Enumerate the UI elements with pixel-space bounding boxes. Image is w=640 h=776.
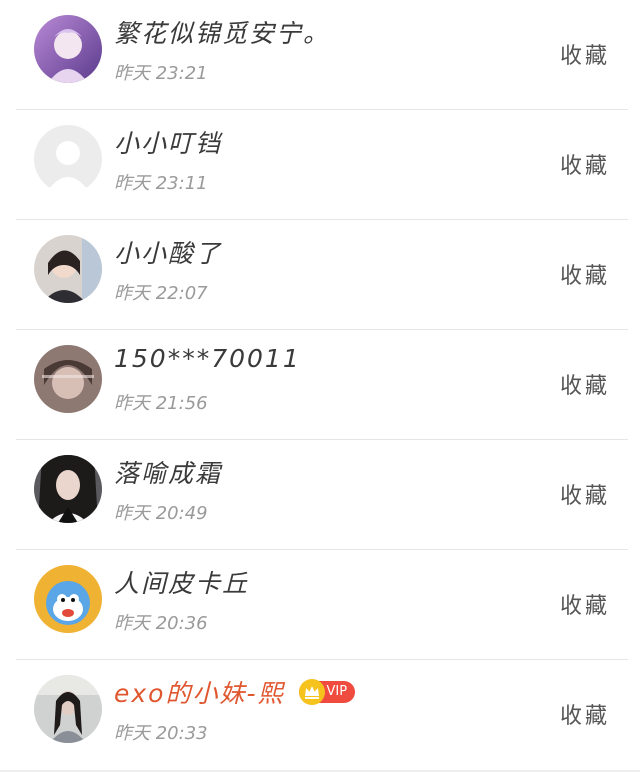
timestamp: 昨天 20:49 <box>114 503 208 524</box>
user-name-text: exo的小妹-熙 <box>114 679 285 708</box>
list-item[interactable]: 繁花似锦觅安宁。 昨天 23:21 收藏 <box>0 0 640 110</box>
bottom-divider <box>0 770 640 772</box>
list-item[interactable]: 小小酸了 昨天 22:07 收藏 <box>0 220 640 330</box>
timestamp: 昨天 20:33 <box>114 723 208 744</box>
list-item[interactable]: 小小叮铛 昨天 23:11 收藏 <box>0 110 640 220</box>
timestamp: 昨天 23:21 <box>114 63 208 84</box>
favorite-button[interactable]: 收藏 <box>560 698 610 730</box>
user-name: 繁花似锦觅安宁。 <box>114 19 331 48</box>
list-item[interactable]: 150***70011 昨天 21:56 收藏 <box>0 330 640 440</box>
timestamp: 昨天 21:56 <box>114 393 208 414</box>
crown-icon <box>298 679 325 705</box>
avatar[interactable] <box>34 455 102 523</box>
favorite-button[interactable]: 收藏 <box>560 38 610 70</box>
avatar[interactable] <box>34 675 102 743</box>
favorite-button[interactable]: 收藏 <box>560 478 610 510</box>
timestamp: 昨天 23:11 <box>114 173 208 194</box>
user-name: 落喻成霜 <box>114 459 223 488</box>
user-name: 150***70011 <box>114 344 301 373</box>
favorite-button[interactable]: 收藏 <box>560 148 610 180</box>
list-item[interactable]: 人间皮卡丘 昨天 20:36 收藏 <box>0 550 640 660</box>
vip-badge: VIP <box>298 679 356 705</box>
timestamp: 昨天 20:36 <box>114 613 208 634</box>
favorite-button[interactable]: 收藏 <box>560 588 610 620</box>
avatar[interactable] <box>34 235 102 303</box>
favorite-button[interactable]: 收藏 <box>560 368 610 400</box>
favorite-button[interactable]: 收藏 <box>560 258 610 290</box>
user-name: exo的小妹-熙 VIP <box>114 674 356 710</box>
user-name: 小小酸了 <box>114 239 223 268</box>
list-item[interactable]: 落喻成霜 昨天 20:49 收藏 <box>0 440 640 550</box>
avatar[interactable] <box>34 345 102 413</box>
vip-badge-label: VIP <box>326 684 348 699</box>
timestamp: 昨天 22:07 <box>114 283 208 304</box>
avatar[interactable] <box>34 15 102 83</box>
avatar[interactable] <box>34 565 102 633</box>
follower-list: 繁花似锦觅安宁。 昨天 23:21 收藏 小小叮铛 昨天 23:11 收藏 小小… <box>0 0 640 776</box>
user-name: 小小叮铛 <box>114 129 223 158</box>
avatar[interactable] <box>34 125 102 193</box>
list-item[interactable]: exo的小妹-熙 VIP 昨天 20:33 收藏 <box>0 660 640 770</box>
user-name: 人间皮卡丘 <box>114 569 250 598</box>
